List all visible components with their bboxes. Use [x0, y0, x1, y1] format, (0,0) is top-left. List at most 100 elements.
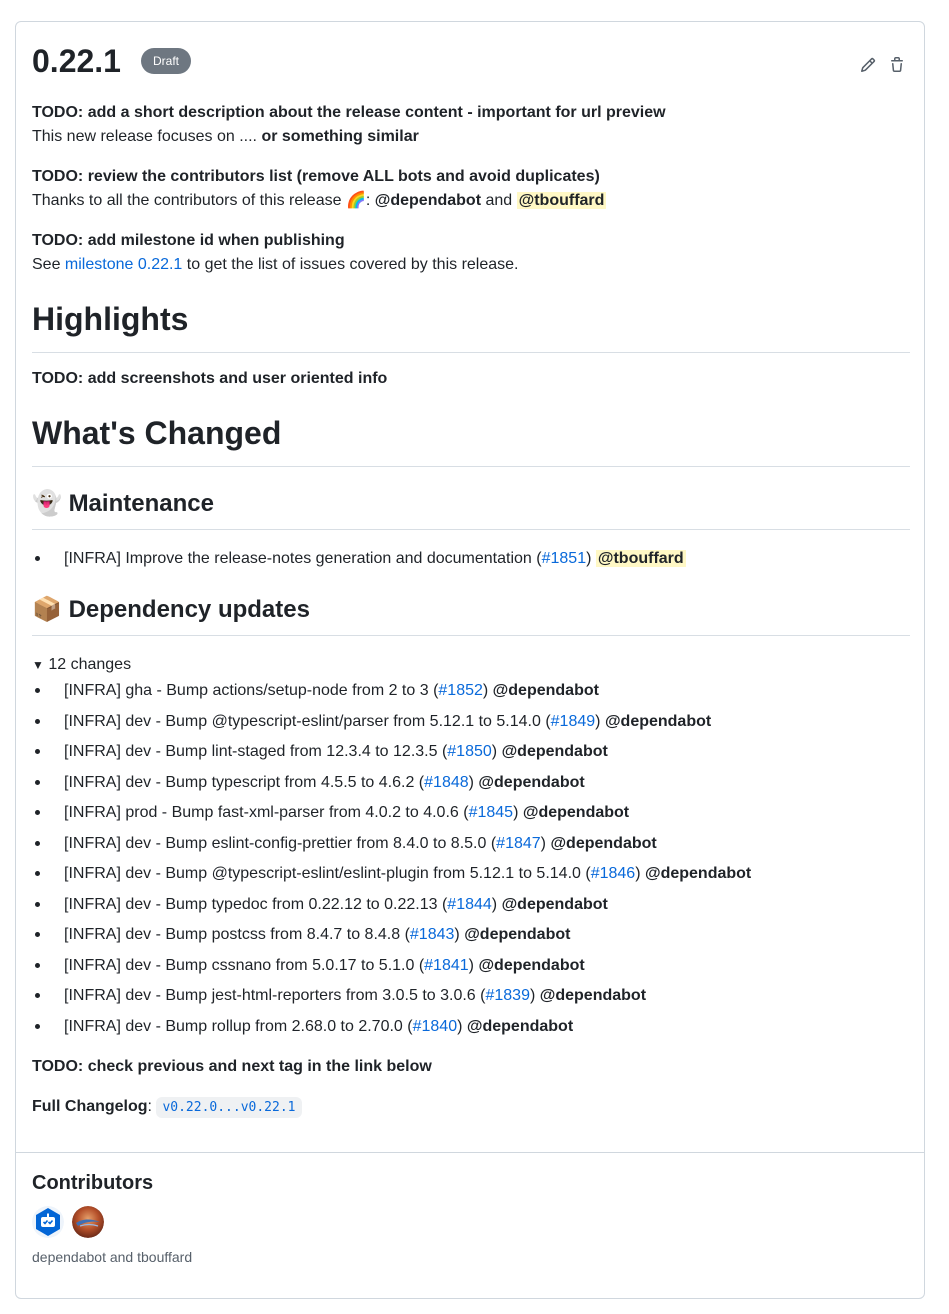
- list-item-close: ): [586, 550, 596, 567]
- list-item-close: ): [529, 987, 540, 1004]
- highlights-heading: Highlights: [32, 301, 189, 337]
- todo-contributors: TODO: review the contributors list (remo…: [32, 168, 600, 185]
- list-item: [INFRA] dev - Bump postcss from 8.4.7 to…: [64, 923, 570, 947]
- delete-button[interactable]: [885, 55, 909, 79]
- contributors-names: dependabot and tbouffard: [32, 1249, 193, 1265]
- release-title: 0.22.1: [32, 43, 121, 79]
- list-item-text: [INFRA] Improve the release-notes genera…: [64, 550, 542, 567]
- triangle-down-icon: ▼: [32, 658, 44, 672]
- mention-dependabot[interactable]: @dependabot: [478, 957, 584, 974]
- mention-dependabot[interactable]: @dependabot: [502, 743, 608, 760]
- list-item-close: ): [454, 926, 465, 943]
- mention-dependabot[interactable]: @dependabot: [493, 682, 599, 699]
- tbouffard-avatar[interactable]: [72, 1206, 104, 1238]
- list-item-close: ): [491, 743, 502, 760]
- mention-dependabot[interactable]: @dependabot: [502, 896, 608, 913]
- bullet: [35, 718, 40, 724]
- list-item: [INFRA] Improve the release-notes genera…: [64, 547, 686, 571]
- thanks-line: Thanks to all the contributors of this r…: [32, 189, 607, 213]
- bullet: [35, 840, 40, 846]
- list-item: [INFRA] dev - Bump rollup from 2.68.0 to…: [64, 1015, 573, 1039]
- milestone-link[interactable]: milestone 0.22.1: [65, 256, 182, 273]
- list-item-close: ): [513, 804, 523, 821]
- list-item: [INFRA] prod - Bump fast-xml-parser from…: [64, 801, 629, 825]
- pr-link[interactable]: #1848: [424, 774, 469, 791]
- pr-link[interactable]: #1851: [542, 550, 587, 567]
- details-summary[interactable]: ▼ 12 changes: [32, 653, 131, 677]
- mention-dependabot[interactable]: @dependabot: [464, 926, 570, 943]
- list-item-text: [INFRA] dev - Bump @typescript-eslint/es…: [64, 865, 591, 882]
- list-item-close: ): [491, 895, 502, 913]
- list-item: [INFRA] dev - Bump @typescript-eslint/pa…: [64, 710, 711, 734]
- changelog-link[interactable]: v0.22.0...v0.22.1: [156, 1097, 302, 1118]
- whats-changed-heading: What's Changed: [32, 415, 282, 451]
- list-item-text: [INFRA] dev - Bump postcss from 8.4.7 to…: [64, 926, 410, 943]
- mention-dependabot[interactable]: @dependabot: [540, 987, 646, 1004]
- mention-dependabot[interactable]: @dependabot: [550, 835, 656, 852]
- pr-link[interactable]: #1843: [410, 926, 455, 943]
- list-item-close: ): [468, 773, 479, 791]
- changelog-line: Full Changelog: v0.22.0...v0.22.1: [32, 1095, 302, 1120]
- pr-link[interactable]: #1840: [413, 1018, 458, 1035]
- mention-tbouffard[interactable]: @tbouffard: [516, 192, 607, 209]
- release-card: 0.22.1 Draft TODO: add a short descripti…: [15, 21, 925, 1299]
- list-item-text: [INFRA] dev - Bump cssnano from 5.0.17 t…: [64, 956, 425, 974]
- pr-link[interactable]: #1844: [447, 896, 492, 913]
- contributors-heading: Contributors: [32, 1172, 154, 1194]
- list-item: [INFRA] dev - Bump cssnano from 5.0.17 t…: [64, 954, 585, 978]
- trash-icon: [889, 56, 905, 78]
- mention-dependabot[interactable]: @dependabot: [605, 713, 711, 730]
- bullet: [35, 810, 40, 815]
- mention-dependabot[interactable]: @dependabot: [523, 804, 629, 821]
- bullet: [35, 556, 40, 561]
- bullet: [35, 688, 40, 693]
- see-text: See: [32, 256, 65, 273]
- and-text: and: [481, 192, 517, 209]
- description-bold: or something similar: [261, 128, 419, 145]
- list-item-text: [INFRA] dev - Bump rollup from 2.68.0 to…: [64, 1017, 413, 1035]
- list-item-close: ): [540, 834, 551, 852]
- list-item: [INFRA] dev - Bump eslint-config-prettie…: [64, 832, 657, 856]
- section-divider: [16, 1152, 924, 1153]
- pencil-icon: [860, 57, 876, 78]
- mention-dependabot[interactable]: @dependabot: [375, 192, 481, 209]
- pr-link[interactable]: #1841: [424, 957, 469, 974]
- draft-badge: Draft: [141, 48, 192, 74]
- pr-link[interactable]: #1850: [447, 743, 492, 760]
- maintenance-heading: 👻 Maintenance: [32, 488, 214, 520]
- divider: [32, 466, 910, 467]
- list-item: [INFRA] dev - Bump @typescript-eslint/es…: [64, 862, 751, 886]
- list-item-text: [INFRA] dev - Bump typescript from 4.5.5…: [64, 773, 425, 791]
- list-item-close: ): [595, 712, 605, 730]
- milestone-line: See milestone 0.22.1 to get the list of …: [32, 253, 519, 277]
- divider: [32, 529, 910, 530]
- pr-link[interactable]: #1846: [591, 865, 636, 882]
- todo-tags: TODO: check previous and next tag in the…: [32, 1058, 432, 1075]
- list-item-close: ): [468, 956, 479, 974]
- divider: [32, 635, 910, 636]
- bullet: [35, 993, 40, 998]
- bullet: [35, 962, 40, 968]
- bullet: [35, 932, 40, 937]
- thanks-colon: :: [365, 192, 375, 209]
- mention-dependabot[interactable]: @dependabot: [478, 774, 584, 791]
- dependabot-avatar[interactable]: [32, 1206, 64, 1238]
- pr-link[interactable]: #1847: [496, 835, 541, 852]
- mention-dependabot[interactable]: @dependabot: [645, 865, 751, 882]
- pr-link[interactable]: #1852: [438, 682, 483, 699]
- ghost-icon: 👻: [32, 490, 62, 517]
- list-item: [INFRA] dev - Bump typedoc from 0.22.12 …: [64, 893, 608, 917]
- mention-tbouffard[interactable]: @tbouffard: [595, 550, 686, 567]
- list-item-text: [INFRA] dev - Bump @typescript-eslint/pa…: [64, 712, 551, 730]
- pr-link[interactable]: #1839: [485, 987, 530, 1004]
- mention-dependabot[interactable]: @dependabot: [467, 1018, 573, 1035]
- thanks-text: Thanks to all the contributors of this r…: [32, 192, 346, 209]
- list-item: [INFRA] dev - Bump jest-html-reporters f…: [64, 984, 646, 1008]
- description-text: This new release focuses on ....: [32, 128, 262, 145]
- pr-link[interactable]: #1845: [469, 804, 514, 821]
- edit-button[interactable]: [856, 55, 880, 79]
- rainbow-icon: 🌈: [345, 192, 366, 209]
- list-item-close: ): [457, 1017, 467, 1035]
- todo-milestone: TODO: add milestone id when publishing: [32, 232, 345, 249]
- pr-link[interactable]: #1849: [551, 713, 596, 730]
